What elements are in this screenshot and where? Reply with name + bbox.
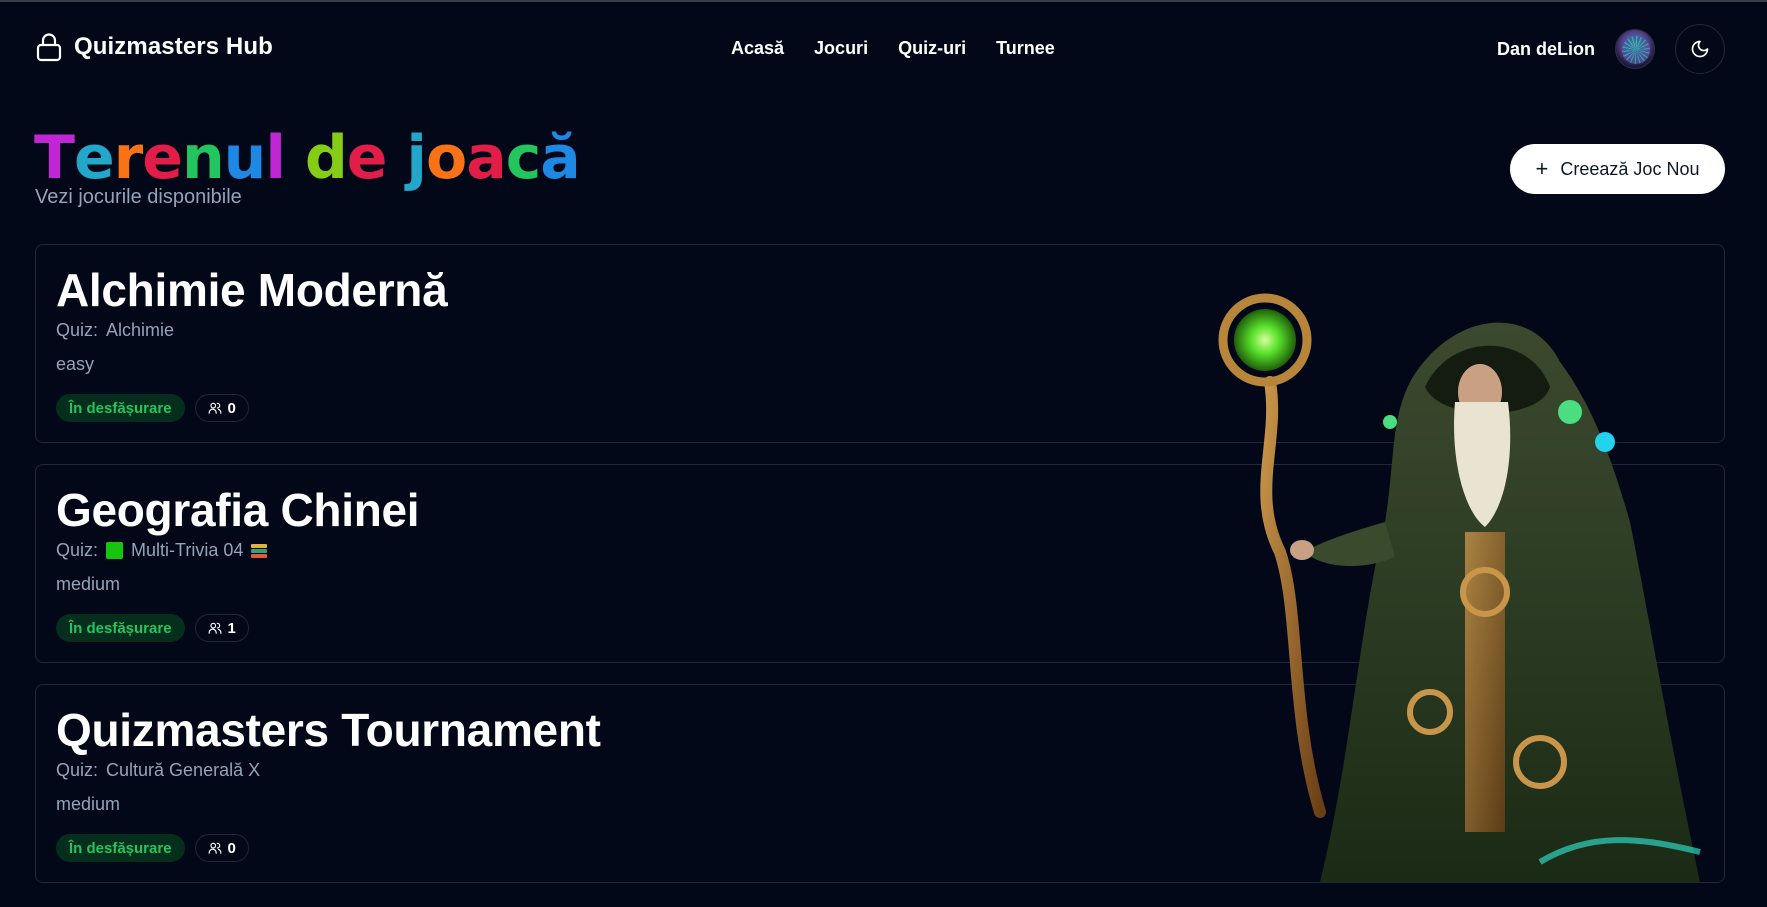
players-badge: 0: [194, 834, 249, 862]
title-letter: a: [466, 123, 506, 193]
game-title: Quizmasters Tournament: [56, 704, 601, 756]
players-count: 0: [227, 399, 236, 417]
game-card[interactable]: Geografia Chinei Quiz: Multi-Trivia 04 m…: [35, 464, 1725, 663]
title-letter: e: [73, 123, 115, 193]
title-letter: [387, 122, 407, 194]
title-letter: d: [304, 123, 348, 193]
status-badge: În desfășurare: [56, 394, 185, 422]
title-letter: c: [505, 123, 542, 193]
plus-icon: +: [1535, 156, 1549, 181]
title-letter: T: [34, 123, 75, 193]
title-letter: o: [425, 123, 467, 193]
nav-link-home[interactable]: Acasă: [731, 38, 784, 59]
title-letter: e: [142, 123, 183, 193]
players-count: 1: [227, 619, 236, 637]
avatar[interactable]: [1615, 29, 1655, 69]
players-count: 0: [227, 839, 236, 857]
quiz-name: Cultură Generală X: [106, 760, 261, 780]
title-letter: j: [406, 123, 427, 193]
status-badge: În desfășurare: [56, 834, 185, 862]
create-game-button[interactable]: + Creează Joc Nou: [1510, 144, 1725, 194]
quiz-prefix: Quiz:: [56, 540, 99, 560]
quiz-prefix: Quiz:: [56, 320, 99, 340]
brand-link[interactable]: Quizmasters Hub: [36, 32, 273, 62]
users-icon: [208, 622, 221, 634]
nav-link-games[interactable]: Jocuri: [814, 38, 868, 59]
page-title: Terenul de joacă: [34, 122, 581, 194]
title-letter: r: [113, 123, 144, 193]
brand-name: Quizmasters Hub: [74, 33, 273, 60]
game-title: Alchimie Modernă: [56, 264, 448, 316]
green-square-icon: [106, 542, 124, 559]
title-letter: u: [223, 123, 267, 193]
users-icon: [208, 842, 221, 854]
game-quiz: Quiz: Multi-Trivia 04: [56, 540, 268, 561]
lock-icon: [36, 33, 62, 62]
quiz-name: Multi-Trivia 04: [131, 540, 244, 560]
quiz-prefix: Quiz:: [56, 760, 99, 780]
title-letter: n: [181, 123, 225, 193]
games-list: Alchimie Modernă Quiz: Alchimie easy În …: [35, 244, 1725, 904]
top-navbar: Quizmasters Hub Acasă Jocuri Quiz-uri Tu…: [0, 2, 1767, 98]
game-difficulty: easy: [56, 354, 95, 374]
game-quiz: Quiz: Cultură Generală X: [56, 760, 260, 781]
game-badges: În desfășurare 1: [56, 614, 249, 642]
create-game-label: Creează Joc Nou: [1560, 158, 1700, 179]
main-nav: Acasă Jocuri Quiz-uri Turnee: [731, 38, 1055, 59]
nav-link-tournaments[interactable]: Turnee: [996, 38, 1055, 59]
page-subtitle: Vezi jocurile disponibile: [35, 186, 242, 208]
user-name[interactable]: Dan deLion: [1497, 39, 1595, 60]
title-letter: [285, 122, 305, 194]
books-icon: [251, 543, 268, 558]
title-letter: e: [346, 123, 388, 193]
game-badges: În desfășurare 0: [56, 394, 249, 422]
game-difficulty: medium: [56, 794, 121, 814]
title-letter: l: [265, 123, 286, 193]
players-badge: 0: [194, 394, 249, 422]
moon-icon: [1691, 40, 1709, 58]
game-title: Geografia Chinei: [56, 484, 420, 536]
game-difficulty: medium: [56, 574, 121, 594]
players-badge: 1: [194, 614, 249, 642]
theme-toggle-button[interactable]: [1675, 24, 1725, 74]
users-icon: [208, 402, 221, 414]
game-card[interactable]: Quizmasters Tournament Quiz: Cultură Gen…: [35, 684, 1725, 883]
nav-link-quizzes[interactable]: Quiz-uri: [898, 38, 966, 59]
quiz-name: Alchimie: [106, 320, 175, 340]
user-area: Dan deLion: [1497, 24, 1725, 74]
game-quiz: Quiz: Alchimie: [56, 320, 174, 341]
game-card[interactable]: Alchimie Modernă Quiz: Alchimie easy În …: [35, 244, 1725, 443]
status-badge: În desfășurare: [56, 614, 185, 642]
game-badges: În desfășurare 0: [56, 834, 249, 862]
title-letter: ă: [540, 123, 580, 193]
